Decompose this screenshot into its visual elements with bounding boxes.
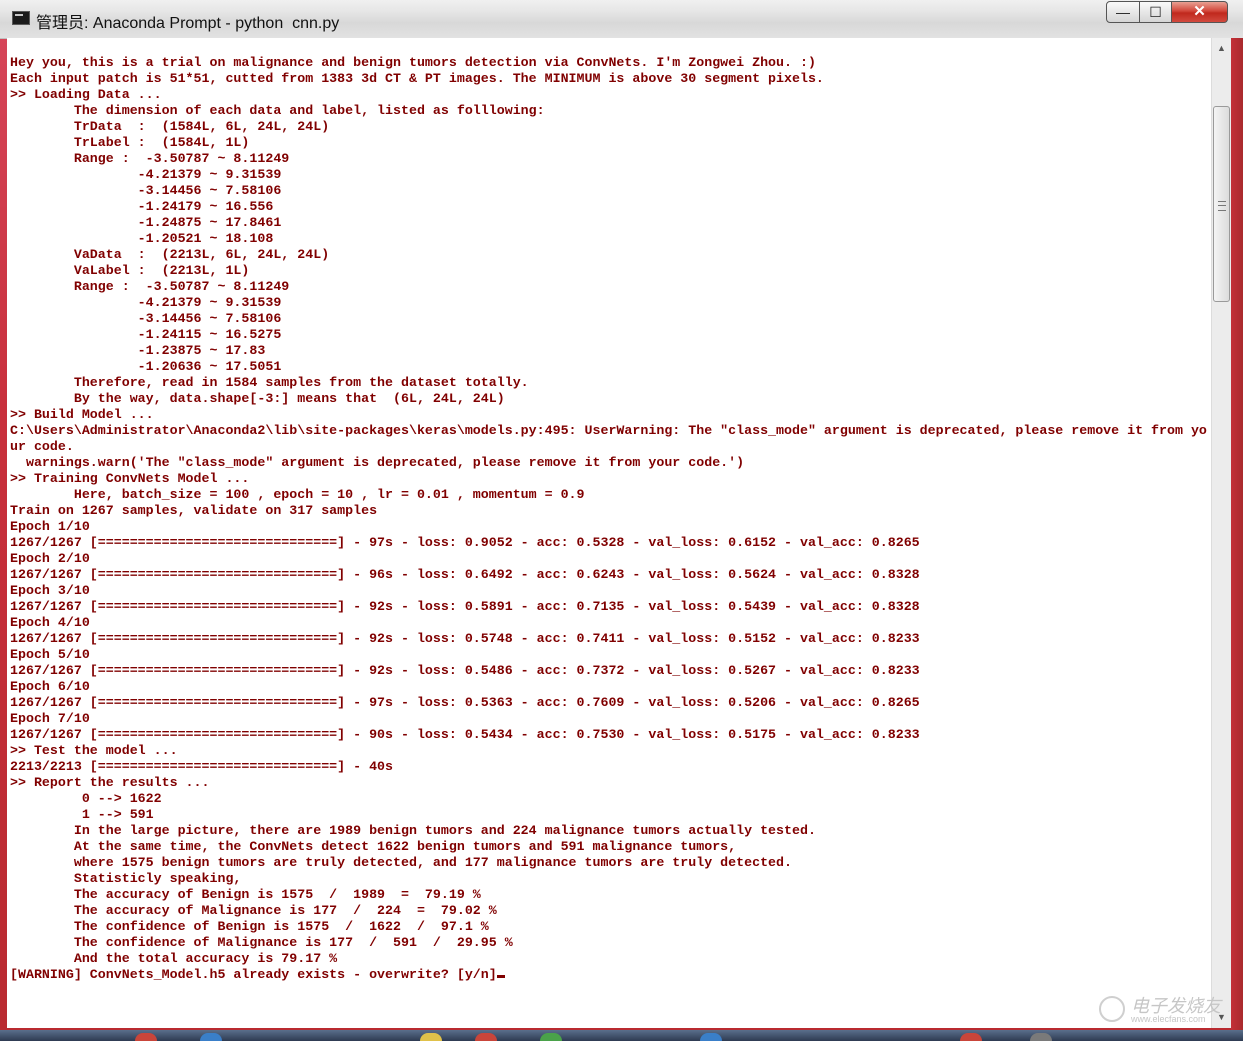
console-line: 2213/2213 [=============================… bbox=[10, 759, 394, 774]
console-line: Therefore, read in 1584 samples from the… bbox=[10, 375, 529, 390]
console-line: 1267/1267 [=============================… bbox=[10, 567, 920, 582]
watermark: 电子发烧友 www.elecfans.com bbox=[1095, 990, 1230, 1030]
console-line: The dimension of each data and label, li… bbox=[10, 103, 545, 118]
console-line: 1 --> 591 bbox=[10, 807, 154, 822]
console-line: 1267/1267 [=============================… bbox=[10, 535, 920, 550]
console-line: VaLabel : (2213L, 1L) bbox=[10, 263, 250, 278]
console-line: Hey you, this is a trial on malignance a… bbox=[10, 55, 816, 70]
console-line: And the total accuracy is 79.17 % bbox=[10, 951, 338, 966]
console-line: 1267/1267 [=============================… bbox=[10, 663, 920, 678]
taskbar-app-icon[interactable] bbox=[540, 1033, 562, 1041]
console-line: -1.24115 ~ 16.5275 bbox=[10, 327, 282, 342]
scroll-up-icon[interactable]: ▲ bbox=[1212, 40, 1231, 57]
console-line: >> Report the results ... bbox=[10, 775, 210, 790]
taskbar-app-icon[interactable] bbox=[420, 1033, 442, 1041]
console-line: Epoch 4/10 bbox=[10, 615, 90, 630]
console-line: C:\Users\Administrator\Anaconda2\lib\sit… bbox=[10, 423, 1207, 438]
console-line: 1267/1267 [=============================… bbox=[10, 599, 920, 614]
taskbar-app-icon[interactable] bbox=[700, 1033, 722, 1041]
console-line: -3.14456 ~ 7.58106 bbox=[10, 183, 282, 198]
console-line: Each input patch is 51*51, cutted from 1… bbox=[10, 71, 824, 86]
taskbar-app-icon[interactable] bbox=[1030, 1033, 1052, 1041]
console-line: TrLabel : (1584L, 1L) bbox=[10, 135, 250, 150]
console-line: -1.24875 ~ 17.8461 bbox=[10, 215, 282, 230]
console-line: The accuracy of Benign is 1575 / 1989 = … bbox=[10, 887, 481, 902]
window-border bbox=[1231, 38, 1243, 1030]
console-line: -3.14456 ~ 7.58106 bbox=[10, 311, 282, 326]
console-line: -1.20521 ~ 18.108 bbox=[10, 231, 274, 246]
console-line: The accuracy of Malignance is 177 / 224 … bbox=[10, 903, 497, 918]
console-line: >> Build Model ... bbox=[10, 407, 154, 422]
scroll-grip-icon bbox=[1218, 201, 1226, 211]
console-line: ur code. bbox=[10, 439, 74, 454]
console-line: -4.21379 ~ 9.31539 bbox=[10, 167, 282, 182]
taskbar-app-icon[interactable] bbox=[200, 1033, 222, 1041]
console-line: >> Loading Data ... bbox=[10, 87, 162, 102]
console-line: 1267/1267 [=============================… bbox=[10, 631, 920, 646]
console-line: -1.20636 ~ 17.5051 bbox=[10, 359, 282, 374]
minimize-button[interactable]: — bbox=[1106, 1, 1140, 23]
console-line: TrData : (1584L, 6L, 24L, 24L) bbox=[10, 119, 330, 134]
console-line: The confidence of Benign is 1575 / 1622 … bbox=[10, 919, 489, 934]
window-title: 管理员: Anaconda Prompt - python cnn.py bbox=[36, 15, 340, 32]
watermark-url: www.elecfans.com bbox=[1131, 1014, 1206, 1024]
console-line: Epoch 3/10 bbox=[10, 583, 90, 598]
console-line: warnings.warn('The "class_mode" argument… bbox=[10, 455, 745, 470]
console-line: In the large picture, there are 1989 ben… bbox=[10, 823, 816, 838]
console-line: Range : -3.50787 ~ 8.11249 bbox=[10, 151, 290, 166]
console-line: Epoch 1/10 bbox=[10, 519, 90, 534]
console-line: Train on 1267 samples, validate on 317 s… bbox=[10, 503, 378, 518]
console-line: Range : -3.50787 ~ 8.11249 bbox=[10, 279, 290, 294]
console-line: Epoch 5/10 bbox=[10, 647, 90, 662]
console-line: The confidence of Malignance is 177 / 59… bbox=[10, 935, 513, 950]
console-line: Epoch 7/10 bbox=[10, 711, 90, 726]
console-line: >> Training ConvNets Model ... bbox=[10, 471, 250, 486]
text-cursor bbox=[496, 975, 505, 978]
taskbar-app-icon[interactable] bbox=[960, 1033, 982, 1041]
taskbar-app-icon[interactable] bbox=[475, 1033, 497, 1041]
console-line: VaData : (2213L, 6L, 24L, 24L) bbox=[10, 247, 330, 262]
console-line: 0 --> 1622 bbox=[10, 791, 162, 806]
console-line: 1267/1267 [=============================… bbox=[10, 727, 920, 742]
watermark-logo-icon bbox=[1099, 996, 1125, 1022]
taskbar-app-icon[interactable] bbox=[135, 1033, 157, 1041]
console-line: Statisticly speaking, bbox=[10, 871, 242, 886]
console-line: where 1575 benign tumors are truly detec… bbox=[10, 855, 792, 870]
console-window: 管理员: Anaconda Prompt - python cnn.py — ☐… bbox=[0, 0, 1243, 1030]
console-line: Epoch 6/10 bbox=[10, 679, 90, 694]
vertical-scrollbar[interactable]: ▲ ▼ bbox=[1211, 38, 1231, 1028]
maximize-button[interactable]: ☐ bbox=[1140, 1, 1172, 23]
console-output[interactable]: Hey you, this is a trial on malignance a… bbox=[7, 38, 1211, 1028]
console-line: By the way, data.shape[-3:] means that (… bbox=[10, 391, 505, 406]
console-line: Epoch 2/10 bbox=[10, 551, 90, 566]
title-bar[interactable]: 管理员: Anaconda Prompt - python cnn.py — ☐… bbox=[0, 0, 1243, 39]
console-line: >> Test the model ... bbox=[10, 743, 178, 758]
close-button[interactable]: ✕ bbox=[1172, 1, 1228, 23]
scrollbar-thumb[interactable] bbox=[1213, 106, 1230, 302]
console-app-icon[interactable] bbox=[12, 11, 30, 25]
taskbar[interactable] bbox=[0, 1030, 1243, 1041]
console-line: Here, batch_size = 100 , epoch = 10 , lr… bbox=[10, 487, 585, 502]
console-line: -1.24179 ~ 16.556 bbox=[10, 199, 274, 214]
console-line: [WARNING] ConvNets_Model.h5 already exis… bbox=[10, 967, 1211, 983]
console-line: -1.23875 ~ 17.83 bbox=[10, 343, 266, 358]
console-line: -4.21379 ~ 9.31539 bbox=[10, 295, 282, 310]
console-line: 1267/1267 [=============================… bbox=[10, 695, 920, 710]
console-line: At the same time, the ConvNets detect 16… bbox=[10, 839, 737, 854]
console-text: Hey you, this is a trial on malignance a… bbox=[7, 38, 1211, 983]
